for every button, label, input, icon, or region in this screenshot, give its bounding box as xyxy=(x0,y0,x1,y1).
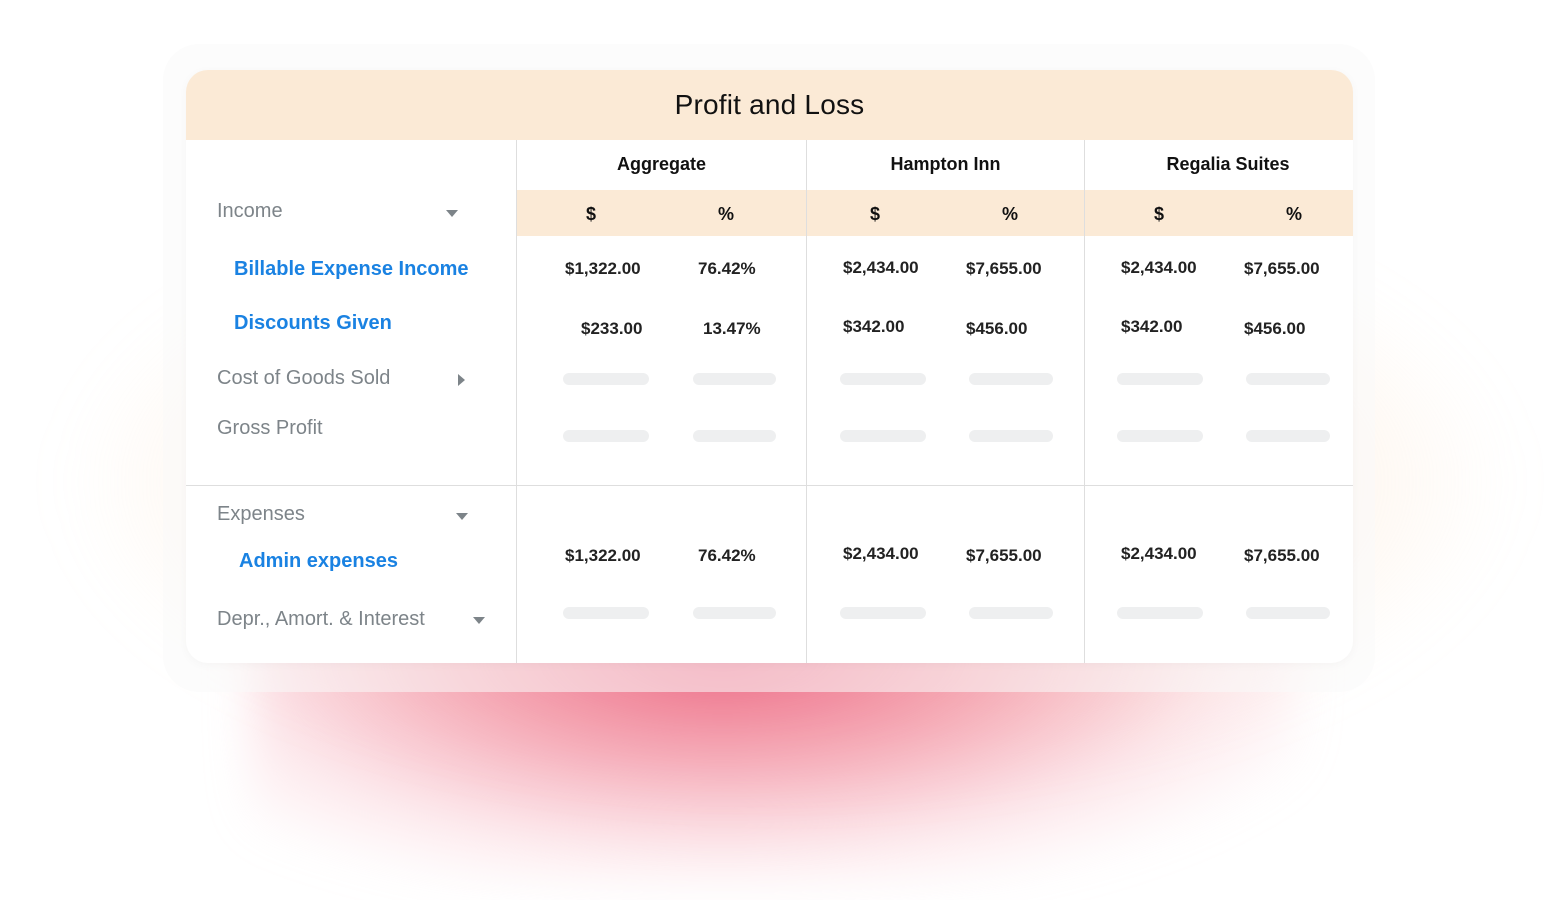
title-bar: Profit and Loss xyxy=(186,70,1353,140)
skeleton-placeholder xyxy=(563,607,649,619)
subheader-dollar: $ xyxy=(585,204,596,224)
row-label-income[interactable]: Income xyxy=(217,200,283,223)
skeleton-placeholder xyxy=(693,373,776,385)
skeleton-placeholder xyxy=(840,607,926,619)
caret-down-icon[interactable] xyxy=(446,210,458,217)
skeleton-placeholder xyxy=(1246,373,1330,385)
value-cell: 76.42% xyxy=(698,259,756,278)
value-cell: $2,434.00 xyxy=(1121,258,1197,277)
subheader-percent: % xyxy=(717,204,734,224)
value-cell: $233.00 xyxy=(581,319,643,338)
row-label-gross-profit: Gross Profit xyxy=(217,417,323,439)
row-label-discounts-given[interactable]: Discounts Given xyxy=(234,312,392,335)
skeleton-placeholder xyxy=(969,430,1053,442)
caret-down-icon[interactable] xyxy=(473,617,485,624)
skeleton-placeholder xyxy=(1117,607,1203,619)
skeleton-placeholder xyxy=(840,430,926,442)
value-cell: $7,655.00 xyxy=(1244,259,1320,278)
value-cell: $1,322.00 xyxy=(565,259,641,278)
value-cell: $2,434.00 xyxy=(843,258,919,277)
row-label-admin-expenses[interactable]: Admin expenses xyxy=(239,550,398,573)
value-cell: 13.47% xyxy=(703,319,761,338)
skeleton-placeholder xyxy=(969,373,1053,385)
skeleton-placeholder xyxy=(840,373,926,385)
value-cell: $1,322.00 xyxy=(565,546,641,565)
divider-vertical xyxy=(1084,140,1085,663)
divider-horizontal xyxy=(186,485,1353,486)
value-cell: $342.00 xyxy=(843,317,905,336)
row-label-depr-amort-interest[interactable]: Depr., Amort. & Interest xyxy=(217,608,425,631)
subheader-dollar: $ xyxy=(869,204,880,224)
profit-loss-card: Profit and Loss Aggregate Hampton Inn Re… xyxy=(186,70,1353,663)
value-cell: $7,655.00 xyxy=(1244,546,1320,565)
value-cell: $456.00 xyxy=(1244,319,1306,338)
caret-right-icon[interactable] xyxy=(458,374,465,386)
subheader-band xyxy=(516,190,1353,236)
value-cell: 76.42% xyxy=(698,546,756,565)
skeleton-placeholder xyxy=(693,607,776,619)
value-cell: $7,655.00 xyxy=(966,546,1042,565)
value-cell: $456.00 xyxy=(966,319,1028,338)
subheader-percent: % xyxy=(1285,204,1302,224)
column-header-regalia-suites[interactable]: Regalia Suites xyxy=(1085,154,1353,175)
row-label-cost-of-goods-sold[interactable]: Cost of Goods Sold xyxy=(217,367,390,390)
subheader-percent: % xyxy=(1001,204,1018,224)
skeleton-placeholder xyxy=(1246,607,1330,619)
skeleton-placeholder xyxy=(563,430,649,442)
skeleton-placeholder xyxy=(969,607,1053,619)
divider-vertical xyxy=(516,140,517,663)
value-cell: $342.00 xyxy=(1121,317,1183,336)
skeleton-placeholder xyxy=(563,373,649,385)
subheader-dollar: $ xyxy=(1153,204,1164,224)
value-cell: $7,655.00 xyxy=(966,259,1042,278)
skeleton-placeholder xyxy=(1117,430,1203,442)
value-cell: $2,434.00 xyxy=(843,544,919,563)
caret-down-icon[interactable] xyxy=(456,513,468,520)
value-cell: $2,434.00 xyxy=(1121,544,1197,563)
skeleton-placeholder xyxy=(1117,373,1203,385)
skeleton-placeholder xyxy=(1246,430,1330,442)
row-label-billable-expense-income[interactable]: Billable Expense Income xyxy=(234,258,469,281)
report-title: Profit and Loss xyxy=(674,89,865,120)
skeleton-placeholder xyxy=(693,430,776,442)
divider-vertical xyxy=(806,140,807,663)
row-label-expenses[interactable]: Expenses xyxy=(217,503,305,526)
column-header-hampton-inn[interactable]: Hampton Inn xyxy=(807,154,1084,175)
column-header-aggregate[interactable]: Aggregate xyxy=(517,154,806,175)
